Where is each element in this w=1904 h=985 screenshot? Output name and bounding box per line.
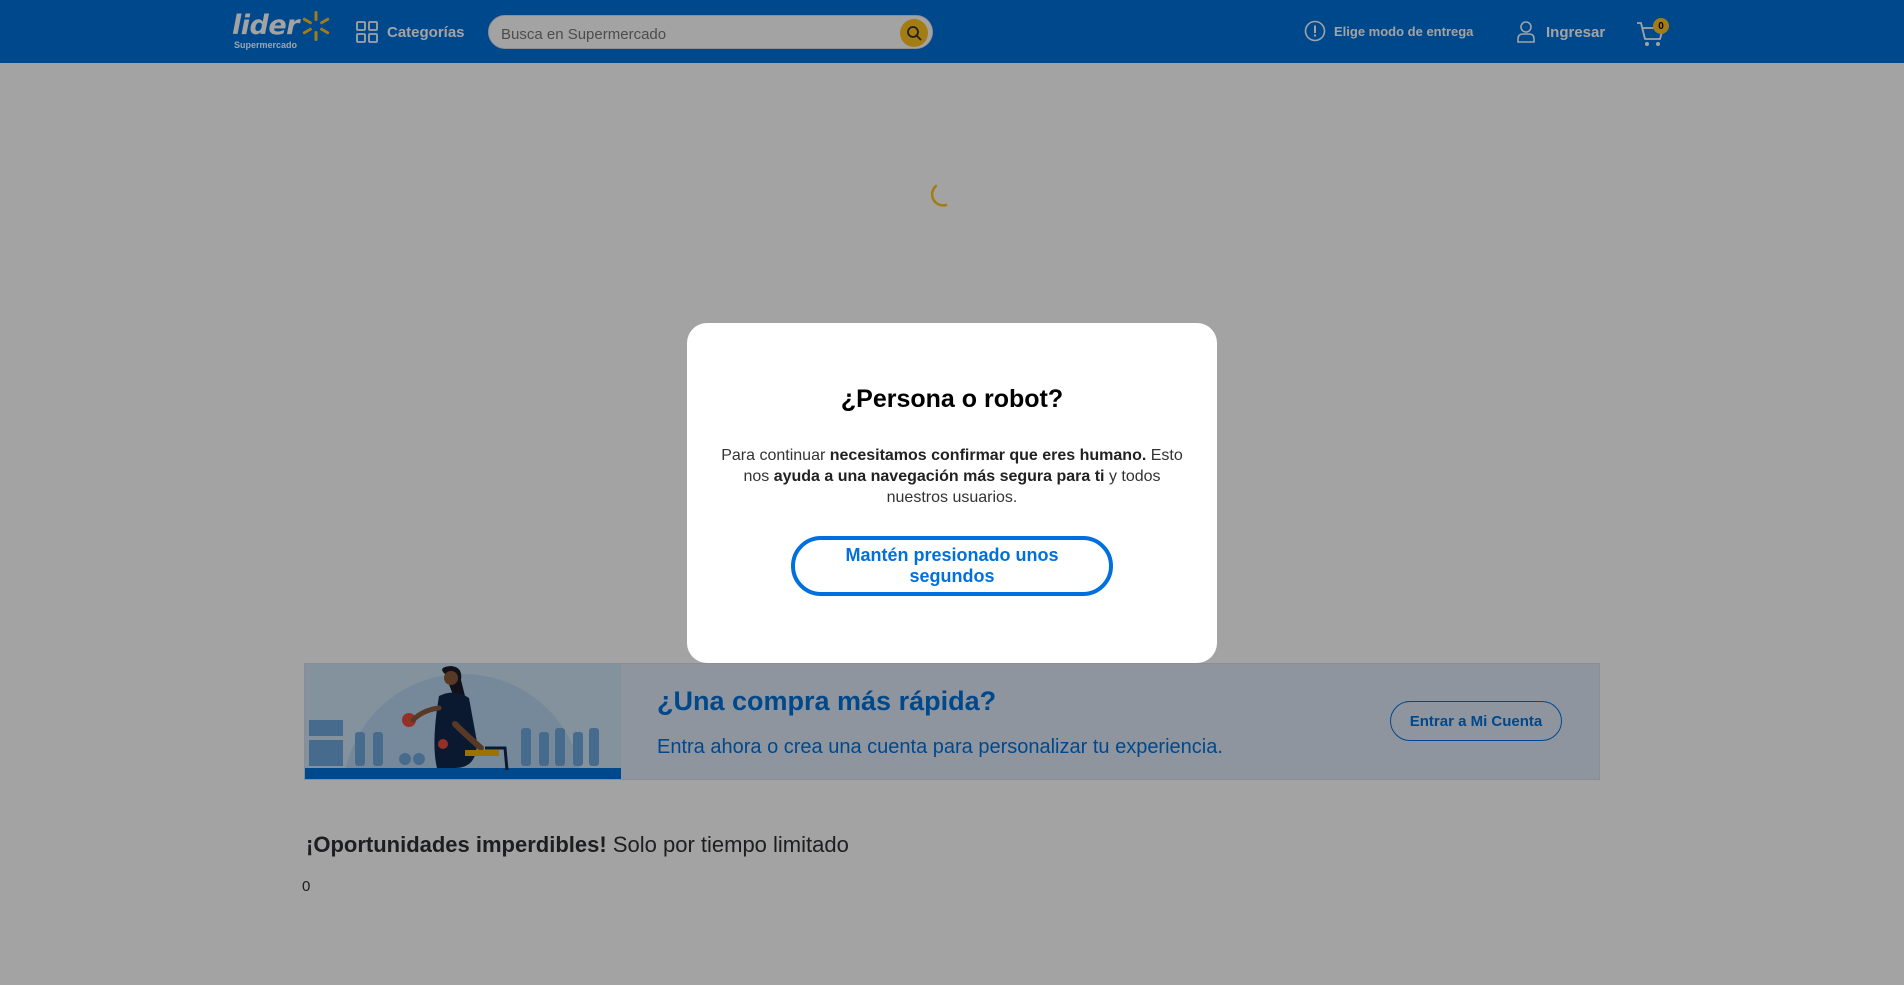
press-and-hold-button[interactable]: Mantén presionado unos segundos	[791, 536, 1113, 596]
captcha-dialog: ¿Persona o robot? Para continuar necesit…	[687, 323, 1217, 663]
dialog-message: Para continuar necesitamos confirmar que…	[711, 445, 1193, 508]
dialog-title: ¿Persona o robot?	[840, 385, 1064, 413]
dialog-text-part1: Para continuar	[721, 447, 830, 464]
dialog-text-bold1: necesitamos confirmar que eres humano.	[829, 447, 1147, 464]
dialog-text-bold2: ayuda a una navegación más segura para t…	[773, 468, 1105, 485]
